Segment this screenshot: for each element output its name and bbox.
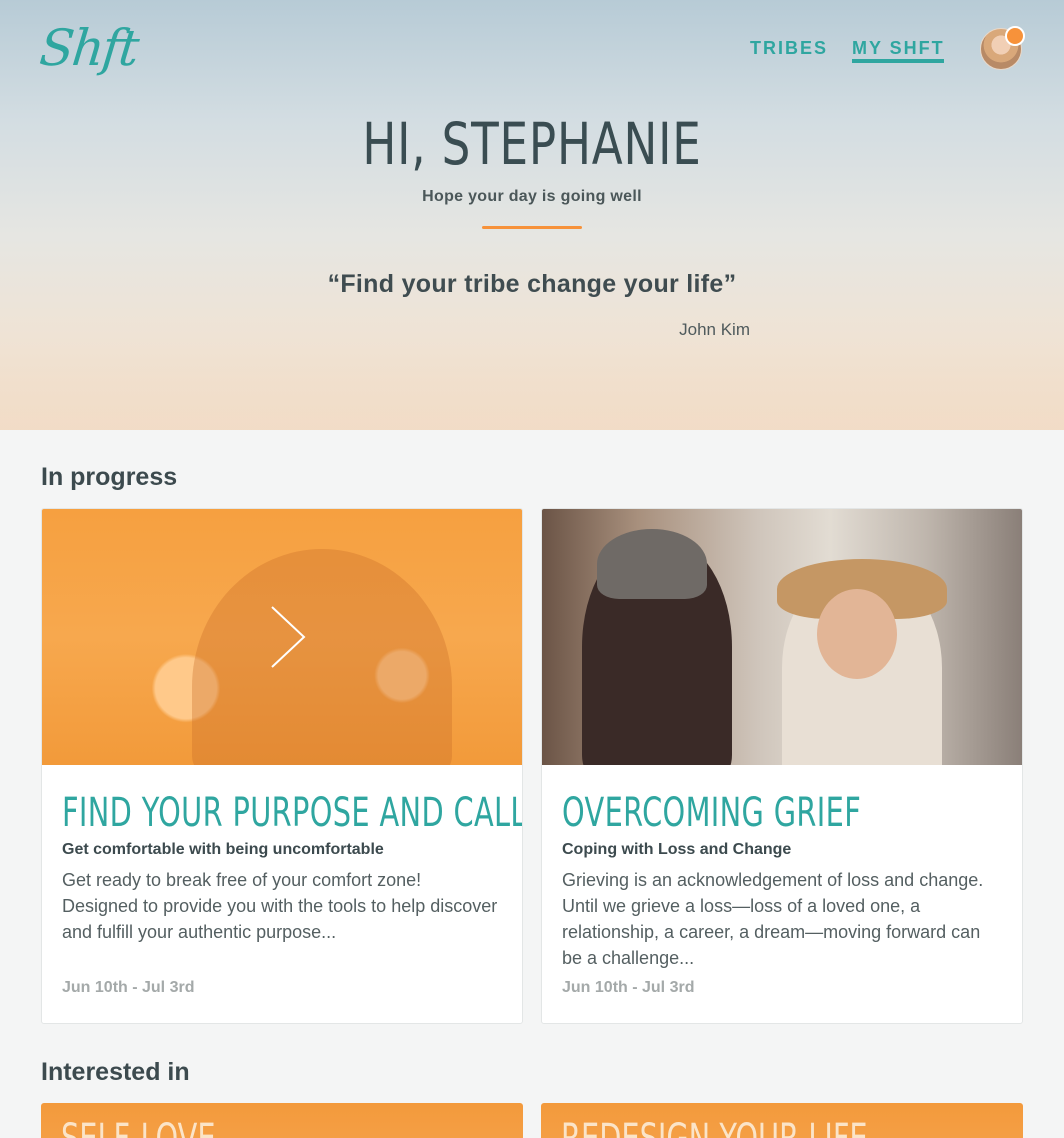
course-subtitle: Get comfortable with being uncomfortable — [62, 841, 384, 858]
divider — [482, 226, 582, 229]
photo-face — [817, 589, 897, 679]
course-title[interactable]: FIND YOUR PURPOSE AND CALLING — [62, 785, 522, 841]
section-title-in-progress: In progress — [41, 463, 178, 491]
course-card[interactable]: FIND YOUR PURPOSE AND CALLING Get comfor… — [41, 508, 523, 1024]
photo-beanie — [597, 529, 707, 599]
course-card[interactable]: OVERCOMING GRIEF Coping with Loss and Ch… — [541, 508, 1023, 1024]
greeting-heading: HI, STEPHANIE — [362, 110, 702, 178]
heart-hands-image — [192, 549, 452, 765]
course-dates: Jun 10th - Jul 3rd — [62, 979, 195, 996]
course-image — [542, 509, 1022, 765]
nav-my-shft[interactable]: MY SHFT — [852, 38, 945, 59]
course-dates: Jun 10th - Jul 3rd — [562, 979, 695, 996]
shft-logo[interactable]: Shft — [37, 16, 140, 80]
course-title[interactable]: OVERCOMING GRIEF — [562, 785, 861, 841]
quote-author: John Kim — [679, 320, 750, 339]
hero-banner — [0, 0, 1064, 430]
nav-active-underline — [852, 59, 944, 63]
notification-badge — [1005, 26, 1025, 46]
interest-title[interactable]: SELF-LOVE — [61, 1119, 216, 1138]
course-description: Grieving is an acknowledgement of loss a… — [562, 870, 984, 968]
greeting-subtitle: Hope your day is going well — [422, 188, 642, 205]
chevron-right-icon[interactable] — [270, 605, 306, 669]
nav-tribes[interactable]: TRIBES — [750, 38, 828, 59]
interest-card[interactable]: SELF-LOVE — [41, 1103, 523, 1138]
section-title-interested-in: Interested in — [41, 1058, 190, 1086]
course-description: Get ready to break free of your comfort … — [62, 870, 498, 942]
course-subtitle: Coping with Loss and Change — [562, 841, 792, 858]
interest-card[interactable]: REDESIGN YOUR LIFE — [541, 1103, 1023, 1138]
interest-title[interactable]: REDESIGN YOUR LIFE — [561, 1119, 868, 1138]
course-image — [42, 509, 522, 765]
quote-text: “Find your tribe change your life” — [327, 270, 737, 298]
